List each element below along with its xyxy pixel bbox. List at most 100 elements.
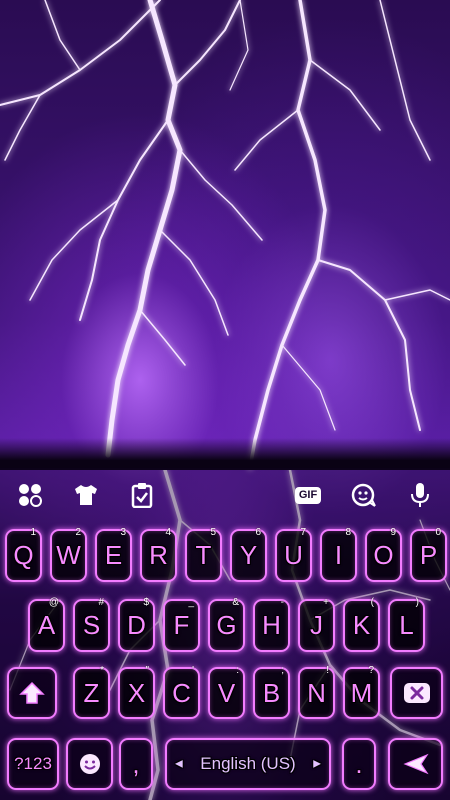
key-hint: _ xyxy=(188,597,194,608)
key-label: G xyxy=(216,610,237,640)
key-b[interactable]: B; xyxy=(253,665,290,719)
grid-icon[interactable] xyxy=(14,480,46,510)
key-d[interactable]: D $ xyxy=(118,597,155,652)
key-label: Q xyxy=(13,540,34,570)
key-hint: : xyxy=(236,665,239,676)
emoji-key[interactable] xyxy=(66,738,113,790)
key-u[interactable]: U7 xyxy=(275,527,312,582)
key-hint: # xyxy=(98,597,104,608)
key-q[interactable]: Q1 xyxy=(5,527,42,582)
treeline-silhouette xyxy=(0,438,450,470)
key-hint: " xyxy=(145,665,149,676)
enter-key[interactable] xyxy=(388,738,443,790)
key-label: B xyxy=(262,677,281,708)
period-key-label: . xyxy=(355,748,363,779)
microphone-icon-glyph xyxy=(411,483,429,507)
key-label: H xyxy=(262,610,281,640)
key-m[interactable]: M? xyxy=(343,665,380,719)
key-label: W xyxy=(56,540,81,570)
key-hint: 9 xyxy=(390,527,396,538)
key-label: E xyxy=(104,540,123,570)
key-v[interactable]: V: xyxy=(208,665,245,719)
key-label: V xyxy=(217,677,236,708)
key-label: C xyxy=(172,677,191,708)
key-z[interactable]: Z * xyxy=(73,665,110,719)
comma-key[interactable]: , xyxy=(119,738,153,790)
key-hint: - xyxy=(280,597,284,608)
space-bar-language-label: English (US) xyxy=(200,754,296,773)
key-p[interactable]: P0 xyxy=(410,527,447,582)
key-label: Z xyxy=(83,677,100,708)
key-hint: ' xyxy=(192,665,194,676)
key-hint: 6 xyxy=(255,527,261,538)
key-label: U xyxy=(284,540,303,570)
gif-icon[interactable]: GIF xyxy=(292,480,324,510)
key-hint: 8 xyxy=(345,527,351,538)
key-hint: 1 xyxy=(30,527,36,538)
gif-label: GIF xyxy=(294,486,322,504)
key-hint: ) xyxy=(415,597,419,608)
key-s[interactable]: S # xyxy=(73,597,110,652)
symbols-key[interactable]: ?123 xyxy=(7,738,59,790)
shift-arrow-icon xyxy=(19,681,45,704)
grid-icon-glyph xyxy=(19,484,42,507)
space-bar[interactable]: ◀ English (US) ▶ xyxy=(165,738,331,790)
microphone-icon[interactable] xyxy=(404,480,436,510)
key-c[interactable]: C ' xyxy=(163,665,200,719)
tshirt-icon[interactable] xyxy=(70,480,102,510)
key-label: P xyxy=(419,540,438,570)
key-label: F xyxy=(173,610,190,640)
key-hint: * xyxy=(100,665,104,676)
key-t[interactable]: T5 xyxy=(185,527,222,582)
key-hint: 7 xyxy=(300,527,306,538)
key-label: K xyxy=(352,610,371,640)
key-hint: ; xyxy=(281,665,284,676)
key-hint: 0 xyxy=(435,527,441,538)
emoji-sticker-icon[interactable] xyxy=(348,480,380,510)
clipboard-icon[interactable] xyxy=(126,480,158,510)
key-label: O xyxy=(373,540,394,570)
key-y[interactable]: Y6 xyxy=(230,527,267,582)
key-k[interactable]: K( xyxy=(343,597,380,652)
key-w[interactable]: W2 xyxy=(50,527,87,582)
key-label: R xyxy=(149,540,168,570)
clipboard-icon-glyph xyxy=(131,483,153,508)
backspace-x-icon xyxy=(403,683,430,703)
key-x[interactable]: X " xyxy=(118,665,155,719)
space-left-arrow-icon: ◀ xyxy=(175,758,183,770)
key-g[interactable]: G & xyxy=(208,597,245,652)
key-h[interactable]: H- xyxy=(253,597,290,652)
key-label: N xyxy=(307,677,326,708)
key-hint: $ xyxy=(143,597,149,608)
shift-key[interactable] xyxy=(7,667,57,719)
key-label: S xyxy=(82,610,101,640)
key-label: X xyxy=(127,677,146,708)
key-label: M xyxy=(350,677,373,708)
key-label: I xyxy=(334,540,343,570)
key-j[interactable]: J + xyxy=(298,597,335,652)
key-hint: 2 xyxy=(75,527,81,538)
key-hint: 4 xyxy=(165,527,171,538)
key-r[interactable]: R4 xyxy=(140,527,177,582)
period-key[interactable]: . xyxy=(342,738,376,790)
send-arrow-icon xyxy=(402,753,429,775)
key-hint: ! xyxy=(326,665,329,676)
key-e[interactable]: E3 xyxy=(95,527,132,582)
space-right-arrow-icon: ▶ xyxy=(313,758,321,770)
key-l[interactable]: L) xyxy=(388,597,425,652)
backspace-key[interactable] xyxy=(390,667,443,719)
emoji-smile-icon xyxy=(79,754,100,774)
key-label: J xyxy=(310,610,323,640)
key-a[interactable]: A @ xyxy=(28,597,65,652)
key-label: L xyxy=(399,610,414,640)
keyboard-toolbar: GIF xyxy=(0,470,450,520)
key-f[interactable]: F _ xyxy=(163,597,200,652)
key-label: D xyxy=(127,610,146,640)
tshirt-icon-glyph xyxy=(75,485,97,505)
comma-key-label: , xyxy=(132,748,140,779)
emoji-sticker-icon-glyph xyxy=(351,483,376,507)
key-o[interactable]: O9 xyxy=(365,527,402,582)
key-i[interactable]: I8 xyxy=(320,527,357,582)
key-n[interactable]: N! xyxy=(298,665,335,719)
key-label: A xyxy=(37,610,56,640)
